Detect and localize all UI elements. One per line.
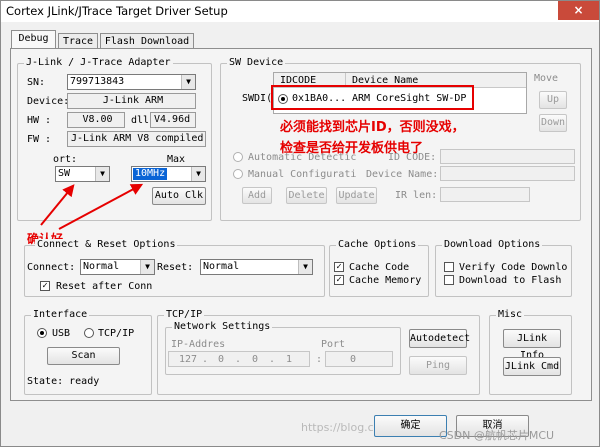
ip-address-label: IP-Addres	[171, 339, 226, 350]
ip-octet-1: 127	[179, 354, 198, 365]
jlink-cmd-button[interactable]: JLink Cmd	[503, 357, 561, 376]
watermark-url: https://blog.c	[301, 421, 374, 434]
cache-code-checkbox[interactable]: ✓	[334, 262, 344, 272]
misc-legend: Misc	[496, 309, 525, 321]
chevron-down-icon: ▼	[140, 260, 154, 274]
tcpip-legend: TCP/IP	[164, 309, 205, 321]
ip-octet-4: 1	[286, 354, 293, 365]
ok-button[interactable]: 确定	[374, 415, 447, 437]
chevron-down-icon: ▼	[298, 260, 312, 274]
reset-after-connect-label: Reset after Conn	[56, 281, 153, 292]
cache-memory-label: Cache Memory	[349, 275, 422, 286]
tcpip-label: TCP/IP	[98, 328, 135, 339]
reset-select[interactable]: Normal ▼	[200, 259, 313, 275]
cache-memory-checkbox[interactable]: ✓	[334, 275, 344, 285]
scan-button[interactable]: Scan	[47, 347, 120, 365]
connect-select[interactable]: Normal ▼	[80, 259, 155, 275]
watermark-csdn: CSDN @航帆芯片MCU	[439, 429, 555, 442]
verify-code-checkbox[interactable]	[444, 262, 454, 272]
ping-button[interactable]: Ping	[409, 356, 467, 375]
reset-value: Normal	[203, 261, 240, 272]
port-colon: :	[316, 354, 323, 365]
connect-reset-legend: Connect & Reset Options	[35, 239, 178, 251]
reset-after-connect-checkbox[interactable]: ✓	[40, 281, 50, 291]
arrow-to-max-clock	[58, 183, 144, 230]
autodetect-button[interactable]: Autodetect	[409, 329, 470, 348]
ip-dot: .	[202, 354, 209, 365]
interface-legend: Interface	[31, 309, 90, 321]
state-label: State: ready	[27, 376, 100, 387]
cache-code-label: Cache Code	[349, 262, 410, 273]
connect-label: Connect:	[27, 262, 76, 273]
port-number-label: Port	[321, 339, 346, 350]
ip-dot: .	[269, 354, 276, 365]
download-to-flash-checkbox[interactable]	[444, 275, 454, 285]
jlink-info-button[interactable]: JLink Info	[503, 329, 561, 361]
ip-dot: .	[235, 354, 242, 365]
connect-value: Normal	[83, 261, 120, 272]
cache-options-legend: Cache Options	[336, 239, 419, 251]
port-number-value: 0	[350, 354, 357, 365]
ip-address-field[interactable]: 127 . 0 . 0 . 1	[168, 351, 310, 367]
ip-octet-2: 0	[218, 354, 225, 365]
arrow-to-port	[40, 184, 75, 226]
reset-label: Reset:	[157, 262, 194, 273]
download-to-flash-label: Download to Flash	[459, 275, 562, 286]
port-number-field[interactable]: 0	[325, 351, 393, 367]
ip-octet-3: 0	[252, 354, 259, 365]
dialog-window: Cortex JLink/JTrace Target Driver Setup …	[0, 0, 600, 447]
usb-label: USB	[52, 328, 71, 339]
verify-code-label: Verify Code Downlo	[459, 262, 568, 273]
download-options-legend: Download Options	[442, 239, 543, 251]
tcpip-radio[interactable]	[84, 328, 94, 338]
network-settings-legend: Network Settings	[172, 321, 273, 333]
usb-radio[interactable]	[37, 328, 47, 338]
